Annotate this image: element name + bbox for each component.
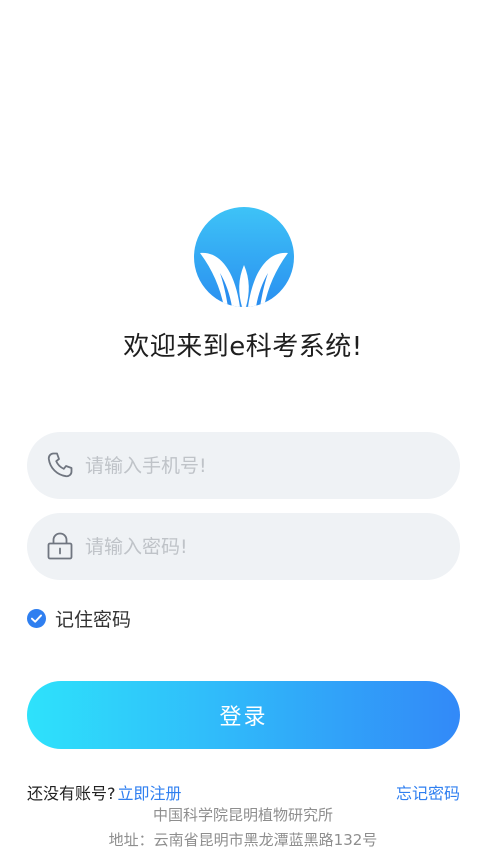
password-input[interactable] [85,513,445,580]
login-page: 欢迎来到e科考系统! 记住密码 登录 还没有账号?立即注册 忘记密码 中国科学院… [0,0,486,864]
phone-field[interactable] [27,432,460,499]
no-account-text: 还没有账号? [27,784,116,803]
register-link[interactable]: 立即注册 [118,784,182,803]
footer-links: 还没有账号? 立即注册 忘记密码 [27,780,460,806]
login-button[interactable]: 登录 [27,681,460,749]
password-field[interactable] [27,513,460,580]
phone-icon [47,452,73,478]
lock-icon [47,532,73,560]
welcome-title: 欢迎来到e科考系统! [123,332,363,362]
remember-password-checkbox[interactable]: 记住密码 [27,604,131,632]
leaf-logo-icon [194,207,294,307]
organization-address: 地址：云南省昆明市黑龙潭蓝黑路132号 [108,831,378,849]
checkbox-checked-icon[interactable] [27,608,46,628]
forgot-password-link[interactable]: 忘记密码 [396,780,460,804]
organization-name: 中国科学院昆明植物研究所 [152,806,333,824]
remember-password-label: 记住密码 [55,608,132,631]
phone-input[interactable] [85,432,445,499]
